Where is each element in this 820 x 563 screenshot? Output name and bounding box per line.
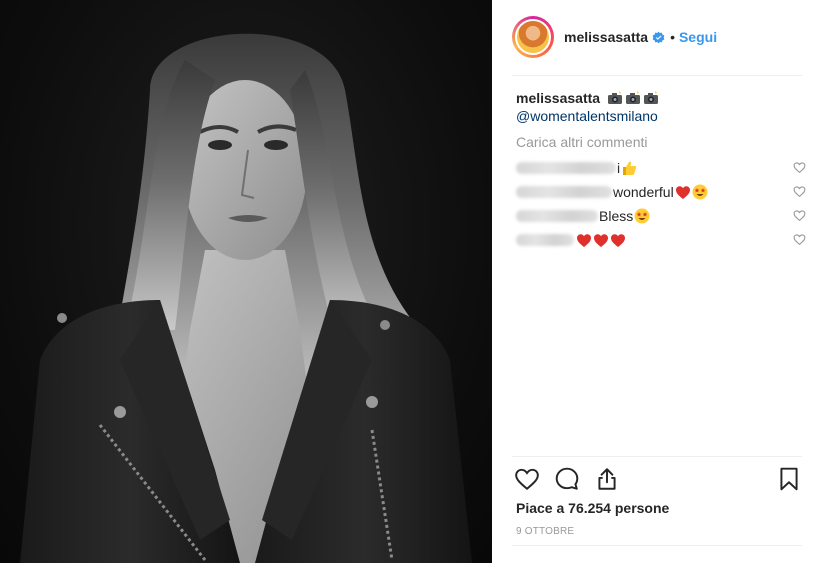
like-comment-heart-icon[interactable] bbox=[793, 185, 806, 198]
post-caption: melissasatta @womentalentsmilano bbox=[516, 89, 802, 125]
camera-with-flash-icon bbox=[625, 91, 640, 104]
post-header: melissasatta • Segui bbox=[512, 14, 802, 60]
comment-username-blurred[interactable] bbox=[516, 234, 574, 246]
save-bookmark-icon[interactable] bbox=[776, 466, 802, 492]
verified-badge-icon bbox=[652, 31, 665, 43]
comment-username-blurred[interactable] bbox=[516, 210, 598, 222]
comment-emoji-group bbox=[576, 232, 626, 248]
thumbs-up-icon bbox=[623, 161, 637, 175]
comments-list: i wonderful Bless bbox=[516, 156, 806, 252]
like-heart-icon[interactable] bbox=[514, 466, 540, 492]
comment-row: i bbox=[516, 156, 806, 180]
header-divider bbox=[512, 75, 802, 76]
header-separator: • bbox=[670, 29, 675, 45]
star-struck-icon bbox=[634, 208, 650, 224]
comment-emoji-group bbox=[621, 160, 637, 176]
comment-text: i bbox=[617, 160, 621, 176]
load-more-comments-link[interactable]: Carica altri commenti bbox=[516, 134, 647, 150]
red-heart-icon bbox=[594, 234, 608, 247]
header-username[interactable]: melissasatta bbox=[564, 29, 648, 45]
caption-emoji-group bbox=[607, 91, 659, 105]
comment-row: Bless bbox=[516, 204, 806, 228]
comment-row bbox=[516, 228, 806, 252]
post-date: 9 OTTOBRE bbox=[516, 526, 575, 537]
avatar[interactable] bbox=[515, 19, 551, 55]
actions-divider bbox=[512, 456, 802, 457]
comment-emoji-group bbox=[634, 208, 650, 224]
comment-emoji-group bbox=[675, 184, 708, 200]
comment-username-blurred[interactable] bbox=[516, 162, 616, 174]
instagram-post: melissasatta • Segui melissasatta @women… bbox=[0, 0, 820, 563]
caption-username[interactable]: melissasatta bbox=[516, 90, 600, 106]
like-comment-heart-icon[interactable] bbox=[793, 233, 806, 246]
share-upload-icon[interactable] bbox=[594, 466, 620, 492]
red-heart-icon bbox=[577, 234, 591, 247]
footer-divider bbox=[512, 545, 802, 546]
camera-with-flash-icon bbox=[643, 91, 658, 104]
star-struck-icon bbox=[692, 184, 708, 200]
likes-count[interactable]: Piace a 76.254 persone bbox=[516, 500, 669, 516]
caption-mention-link[interactable]: @womentalentsmilano bbox=[516, 107, 802, 125]
post-actions-bar bbox=[514, 466, 806, 492]
comment-row: wonderful bbox=[516, 180, 806, 204]
like-comment-heart-icon[interactable] bbox=[793, 161, 806, 174]
post-side-panel: melissasatta • Segui melissasatta @women… bbox=[492, 0, 820, 563]
like-comment-heart-icon[interactable] bbox=[793, 209, 806, 222]
comment-text: wonderful bbox=[613, 184, 674, 200]
follow-button[interactable]: Segui bbox=[679, 29, 717, 45]
red-heart-icon bbox=[675, 186, 690, 199]
red-heart-icon bbox=[611, 234, 625, 247]
portrait-illustration bbox=[20, 33, 472, 563]
post-photo[interactable] bbox=[0, 0, 492, 563]
comment-bubble-icon[interactable] bbox=[554, 466, 580, 492]
comment-username-blurred[interactable] bbox=[516, 186, 612, 198]
avatar-story-ring[interactable] bbox=[512, 16, 554, 58]
camera-with-flash-icon bbox=[607, 91, 622, 104]
comment-text: Bless bbox=[599, 208, 634, 224]
